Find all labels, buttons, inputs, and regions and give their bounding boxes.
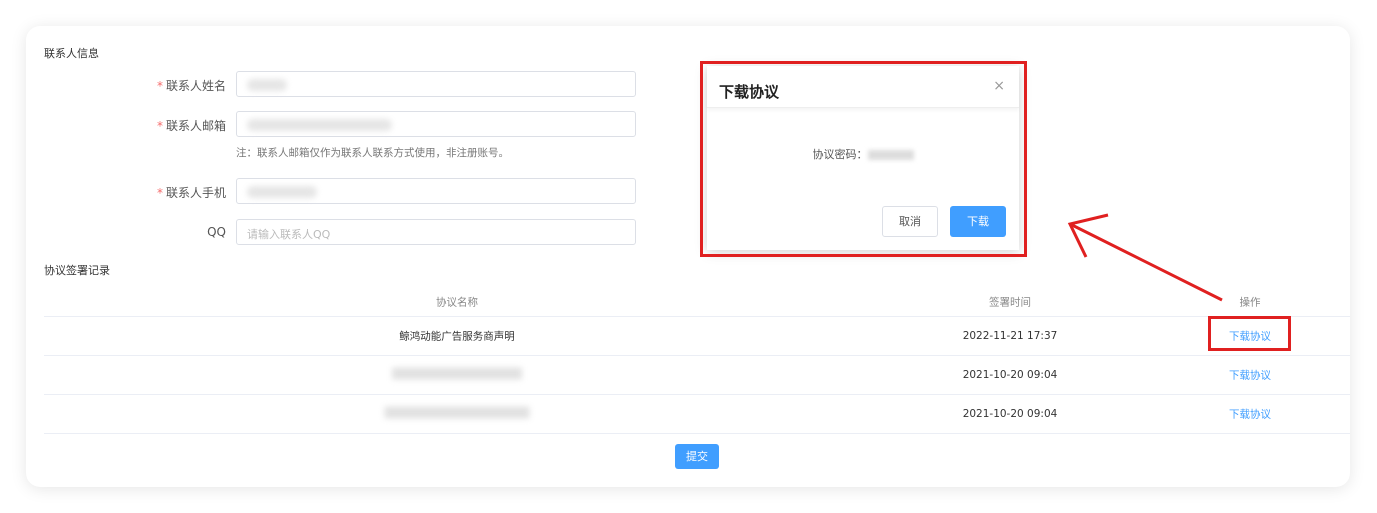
table-row: 鲸鸿动能广告服务商声明 2022-11-21 17:37 下载协议 [44,317,1350,356]
dialog-header: 下载协议 × [707,66,1019,108]
cancel-button[interactable]: 取消 [882,206,938,237]
phone-field[interactable] [236,178,636,204]
column-header: 协议名称 [436,296,478,308]
sign-time: 2021-10-20 09:04 [962,369,1058,381]
qq-row: QQ 请输入联系人QQ [130,219,636,245]
column-header: 操作 [1239,296,1261,308]
agreement-section-title: 协议签署记录 [44,264,110,277]
email-field[interactable] [236,111,636,137]
email-row: * 联系人邮箱 [130,111,636,137]
qq-label: QQ [207,225,226,239]
dialog-title: 下载协议 [719,83,780,101]
download-button[interactable]: 下载 [950,206,1006,237]
name-row: * 联系人姓名 [130,71,636,97]
table-row: 2021-10-20 09:04 下载协议 [44,356,1350,395]
agreement-name: 鲸鸿动能广告服务商声明 [399,330,515,343]
qq-field[interactable]: 请输入联系人QQ [236,219,636,245]
agreement-name [392,367,522,383]
password-text: 协议密码： [707,146,1019,162]
download-agreement-link[interactable]: 下载协议 [1229,368,1271,383]
column-header: 签署时间 [989,296,1031,308]
email-note: 注：联系人邮箱仅作为联系人联系方式使用，非注册账号。 [236,147,509,159]
download-agreement-link[interactable]: 下载协议 [1229,329,1271,344]
email-label: * 联系人邮箱 [156,119,226,133]
close-icon[interactable]: × [993,78,1005,94]
phone-row: * 联系人手机 [130,178,636,204]
sign-time: 2022-11-21 17:37 [962,330,1058,342]
submit-button[interactable]: 提交 [675,444,719,469]
password-label: 协议密码： [812,148,868,161]
contact-section-title: 联系人信息 [44,47,99,60]
download-agreement-dialog: 下载协议 × 协议密码： 取消 下载 [707,66,1019,250]
agreement-name [384,406,530,422]
sign-time: 2021-10-20 09:04 [962,408,1058,420]
annotation-arrow-icon [1067,213,1223,302]
password-value [867,150,914,160]
download-agreement-link[interactable]: 下载协议 [1229,407,1271,422]
name-field[interactable] [236,71,636,97]
table-row: 2021-10-20 09:04 下载协议 [44,395,1350,434]
name-label: * 联系人姓名 [156,79,226,93]
phone-label: * 联系人手机 [156,186,226,200]
